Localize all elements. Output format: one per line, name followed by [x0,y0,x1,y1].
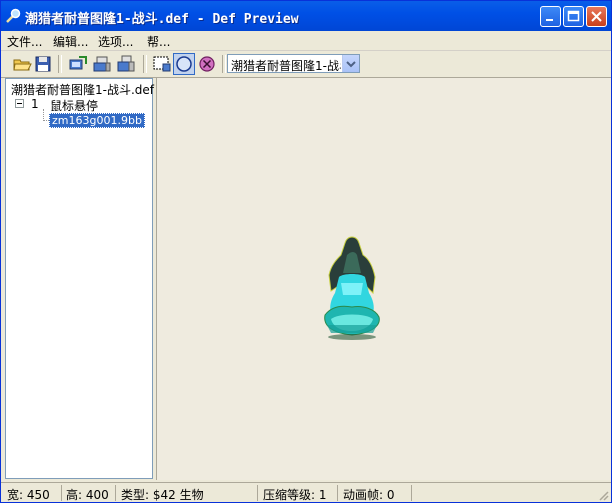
open-icon[interactable] [12,54,32,74]
creature-sprite [324,236,380,340]
tree-root-file[interactable]: 潮猎者耐普图隆1-战斗.def [11,81,154,98]
status-divider [61,485,62,501]
title-bar[interactable]: 潮猎者耐普图隆1-战斗.def - Def Preview [1,1,611,31]
frame-tree[interactable]: 潮猎者耐普图隆1-战斗.def 1 鼠标悬停 zm163g001.9bb [5,78,154,479]
menu-options[interactable]: 选项... [98,33,133,50]
minimize-button[interactable] [540,6,561,27]
magnifier-icon [6,8,21,23]
status-bar: 宽: 450 高: 400 类型: $42 生物 压缩等级: 1 动画帧: 0 [1,482,611,502]
status-height: 高: 400 [66,488,109,502]
status-divider [337,485,338,501]
toolbar: 潮猎者耐普图隆1-战斗 [1,51,611,78]
circle-tool-button[interactable] [173,53,195,75]
status-divider [257,485,258,501]
close-icon [591,11,602,22]
app-window: 潮猎者耐普图隆1-战斗.def - Def Preview 文件... 编辑..… [0,0,612,503]
clear-icon[interactable] [197,54,217,74]
tree-group-label[interactable]: 鼠标悬停 [50,97,98,114]
save-icon[interactable] [33,54,53,74]
menu-help[interactable]: 帮... [147,33,170,50]
file-select-dropdown-button[interactable] [342,55,359,72]
minimize-icon [546,19,553,21]
status-type: 类型: $42 生物 [121,488,204,502]
export-frames-icon[interactable] [116,54,136,74]
export-icon[interactable] [68,54,88,74]
toolbar-separator [222,55,226,73]
tree-group-index[interactable]: 1 [31,97,39,111]
chevron-down-icon [346,61,356,68]
status-divider [115,485,116,501]
select-frame-icon[interactable] [152,54,172,74]
toolbar-separator [143,55,147,73]
file-select-value: 潮猎者耐普图隆1-战斗 [231,59,341,73]
tree-selected-frame[interactable]: zm163g001.9bb [49,113,145,128]
window-title: 潮猎者耐普图隆1-战斗.def - Def Preview [25,12,299,27]
resize-grip-icon[interactable] [597,489,609,501]
menu-bar: 文件... 编辑... 选项... 帮... [1,31,611,51]
maximize-icon [567,10,580,22]
status-compression: 压缩等级: 1 [263,488,327,502]
close-button[interactable] [586,6,607,27]
menu-file[interactable]: 文件... [7,33,42,50]
status-width: 宽: 450 [7,488,50,502]
menu-edit[interactable]: 编辑... [53,33,88,50]
export-all-icon[interactable] [92,54,112,74]
tree-collapse-toggle[interactable] [15,99,24,108]
maximize-button[interactable] [563,6,584,27]
file-select[interactable]: 潮猎者耐普图隆1-战斗 [227,54,360,73]
toolbar-separator [58,55,62,73]
circle-icon [176,56,192,72]
preview-canvas[interactable] [156,78,611,480]
status-frames: 动画帧: 0 [343,488,395,502]
status-divider [411,485,412,501]
